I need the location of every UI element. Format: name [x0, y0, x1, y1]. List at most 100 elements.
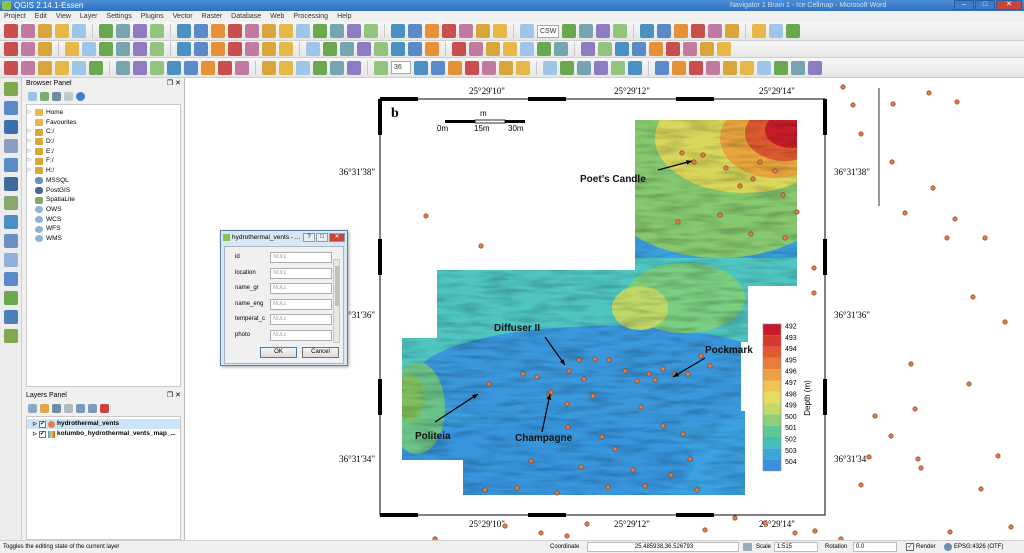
toolbar-tool-icon[interactable]: [632, 42, 646, 56]
toolbar-tool-icon[interactable]: [740, 60, 754, 75]
toolbar-tool-icon[interactable]: [150, 42, 164, 56]
vent-point[interactable]: [590, 393, 596, 399]
toolbar-tool-icon[interactable]: [482, 60, 496, 75]
vent-point[interactable]: [691, 159, 697, 165]
vent-point[interactable]: [685, 371, 691, 377]
vent-point[interactable]: [850, 102, 856, 108]
toolbar-tool-icon[interactable]: [581, 42, 595, 56]
menu-processing[interactable]: Processing: [293, 11, 328, 22]
add-layer-icon[interactable]: [3, 101, 18, 115]
toolbar-tool-icon[interactable]: [82, 42, 96, 56]
add-layer-icon[interactable]: [3, 253, 18, 267]
toolbar-tool-icon[interactable]: [4, 60, 18, 75]
toolbar-tool-icon[interactable]: [116, 24, 130, 38]
toolbar-tool-icon[interactable]: [649, 42, 663, 56]
vent-point[interactable]: [687, 456, 693, 462]
vent-point[interactable]: [890, 101, 896, 107]
toolbar-tool-icon[interactable]: [296, 24, 310, 38]
vent-point[interactable]: [812, 528, 818, 534]
toolbar-tool-icon[interactable]: [613, 24, 628, 38]
expand-arrow-icon[interactable]: ▷: [27, 137, 32, 147]
vent-point[interactable]: [750, 176, 756, 182]
vent-point[interactable]: [528, 458, 534, 464]
crs-globe-icon[interactable]: [944, 543, 952, 551]
vent-point[interactable]: [581, 376, 587, 382]
add-group-icon[interactable]: [40, 403, 49, 413]
vent-point[interactable]: [576, 357, 582, 363]
tolerance-field[interactable]: 36: [391, 61, 411, 74]
toolbar-tool-icon[interactable]: [194, 24, 208, 38]
vent-point[interactable]: [792, 530, 798, 536]
browser-item-f[interactable]: ▷ F:/: [27, 156, 180, 166]
vent-point[interactable]: [723, 165, 729, 171]
expand-arrow-icon[interactable]: ▷: [27, 147, 32, 157]
add-layer-icon[interactable]: [3, 234, 18, 248]
toolbar-tool-icon[interactable]: [391, 24, 405, 38]
render-checkbox[interactable]: ✓: [906, 543, 914, 551]
toolbar-tool-icon[interactable]: [38, 24, 52, 38]
vent-point[interactable]: [680, 431, 686, 437]
toolbar-tool-icon[interactable]: [262, 42, 276, 56]
toolbar-tool-icon[interactable]: [708, 24, 723, 38]
vent-point[interactable]: [638, 404, 644, 410]
toolbar-tool-icon[interactable]: [752, 24, 767, 38]
vent-point[interactable]: [566, 368, 572, 374]
vent-point[interactable]: [1002, 319, 1008, 325]
vent-point[interactable]: [478, 243, 484, 249]
expand-arrow-icon[interactable]: ▷: [27, 108, 32, 118]
rotation-field[interactable]: 0.0: [853, 542, 897, 552]
expand-arrow-icon[interactable]: ▷: [27, 166, 32, 176]
toolbar-tool-icon[interactable]: [476, 24, 490, 38]
toolbar-tool-icon[interactable]: [672, 60, 686, 75]
toolbar-tool-icon[interactable]: [452, 42, 466, 56]
close-panel-icon[interactable]: ✕: [175, 80, 181, 87]
vent-point[interactable]: [982, 235, 988, 241]
vent-point[interactable]: [700, 152, 706, 158]
vent-point[interactable]: [702, 527, 708, 533]
vent-point[interactable]: [947, 529, 953, 535]
vent-point[interactable]: [912, 406, 918, 412]
toolbar-tool-icon[interactable]: [245, 24, 259, 38]
toolbar-tool-icon[interactable]: [666, 42, 680, 56]
vent-point[interactable]: [858, 131, 864, 137]
menu-vector[interactable]: Vector: [173, 11, 193, 22]
toolbar-tool-icon[interactable]: [469, 42, 483, 56]
maximize-button[interactable]: □: [975, 0, 995, 10]
vent-point[interactable]: [866, 454, 872, 460]
vent-point[interactable]: [888, 433, 894, 439]
toolbar-tool-icon[interactable]: [184, 60, 198, 75]
toolbar-tool-icon[interactable]: [133, 24, 147, 38]
vent-point[interactable]: [872, 413, 878, 419]
vent-point[interactable]: [599, 434, 605, 440]
vent-point[interactable]: [514, 485, 520, 491]
vent-point[interactable]: [954, 99, 960, 105]
vent-point[interactable]: [482, 487, 488, 493]
vent-point[interactable]: [811, 290, 817, 296]
layer-style-icon[interactable]: [28, 403, 37, 413]
field-input-location[interactable]: NULL: [270, 267, 332, 279]
toolbar-tool-icon[interactable]: [218, 60, 232, 75]
expand-arrow-icon[interactable]: ▷: [27, 156, 32, 166]
toolbar-tool-icon[interactable]: [537, 42, 551, 56]
field-input-temperat_c[interactable]: NULL: [270, 314, 332, 325]
toolbar-tool-icon[interactable]: [245, 42, 259, 56]
vent-point[interactable]: [660, 366, 666, 372]
toolbar-tool-icon[interactable]: [431, 60, 445, 75]
vent-point[interactable]: [944, 235, 950, 241]
field-input-name_gr[interactable]: NULL: [270, 283, 332, 294]
collapse-all-icon[interactable]: [88, 403, 97, 413]
toolbar-tool-icon[interactable]: [347, 60, 361, 75]
expand-arrow-icon[interactable]: ▷: [33, 429, 37, 439]
toolbar-tool-icon[interactable]: [554, 42, 568, 56]
info-icon[interactable]: [76, 91, 85, 101]
toolbar-tool-icon[interactable]: [493, 24, 507, 38]
menu-edit[interactable]: Edit: [35, 11, 47, 22]
vent-point[interactable]: [520, 371, 526, 377]
collapse-all-icon[interactable]: [64, 91, 73, 101]
toolbar-tool-icon[interactable]: [194, 42, 208, 56]
close-panel-icon[interactable]: ✕: [175, 392, 181, 399]
vent-point[interactable]: [679, 150, 685, 156]
toolbar-tool-icon[interactable]: [279, 24, 293, 38]
layer-item[interactable]: ▷ ✓ kolumbo_hydrothermal_vents_map_...: [27, 429, 180, 439]
toolbar-tool-icon[interactable]: [786, 24, 801, 38]
